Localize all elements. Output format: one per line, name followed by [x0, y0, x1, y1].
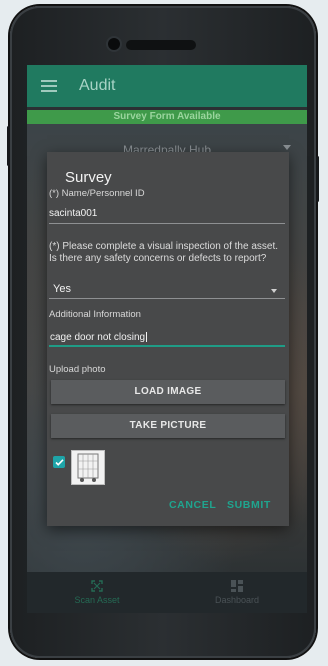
upload-photo-label: Upload photo	[49, 364, 106, 375]
additional-info-label: Additional Information	[49, 309, 141, 320]
dialog-title: Survey	[65, 169, 112, 186]
cage-photo-image	[77, 453, 99, 482]
submit-button[interactable]: SUBMIT	[227, 499, 271, 511]
app-bar: Audit	[27, 65, 307, 107]
bottom-navigation: Scan Asset Dashboard	[27, 572, 307, 613]
nav-dashboard[interactable]: Dashboard	[167, 572, 307, 613]
survey-dialog: Survey (*) Name/Personnel ID sacinta001 …	[47, 152, 289, 526]
hamburger-menu-icon[interactable]	[41, 80, 57, 92]
chevron-down-icon	[283, 145, 291, 150]
safety-concern-select[interactable]: Yes	[49, 282, 285, 299]
additional-info-field[interactable]: cage door not closing	[49, 329, 285, 347]
inspection-question: (*) Please complete a visual inspection …	[49, 241, 279, 264]
volume-button	[7, 126, 10, 166]
nav-scan-label: Scan Asset	[74, 595, 120, 605]
earpiece-speaker	[126, 40, 196, 50]
load-image-button[interactable]: LOAD IMAGE	[51, 380, 285, 404]
take-picture-button[interactable]: TAKE PICTURE	[51, 414, 285, 438]
additional-info-value: cage door not closing	[50, 332, 146, 343]
text-caret	[146, 332, 148, 343]
app-title: Audit	[79, 77, 116, 94]
dashboard-icon	[231, 580, 243, 592]
photo-thumbnail[interactable]	[71, 450, 105, 485]
nav-dashboard-label: Dashboard	[214, 595, 260, 605]
cancel-button[interactable]: CANCEL	[169, 499, 216, 511]
name-field[interactable]: sacinta001	[49, 205, 285, 224]
safety-concern-value: Yes	[53, 283, 71, 295]
nav-scan-asset[interactable]: Scan Asset	[27, 572, 167, 613]
survey-available-banner[interactable]: Survey Form Available	[27, 110, 307, 124]
photo-checkbox[interactable]	[53, 456, 65, 468]
check-icon	[54, 458, 64, 466]
front-camera	[108, 38, 120, 50]
scan-icon	[91, 580, 103, 592]
name-field-label: (*) Name/Personnel ID	[49, 188, 145, 199]
power-button	[316, 156, 319, 202]
dropdown-arrow-icon	[271, 289, 277, 293]
